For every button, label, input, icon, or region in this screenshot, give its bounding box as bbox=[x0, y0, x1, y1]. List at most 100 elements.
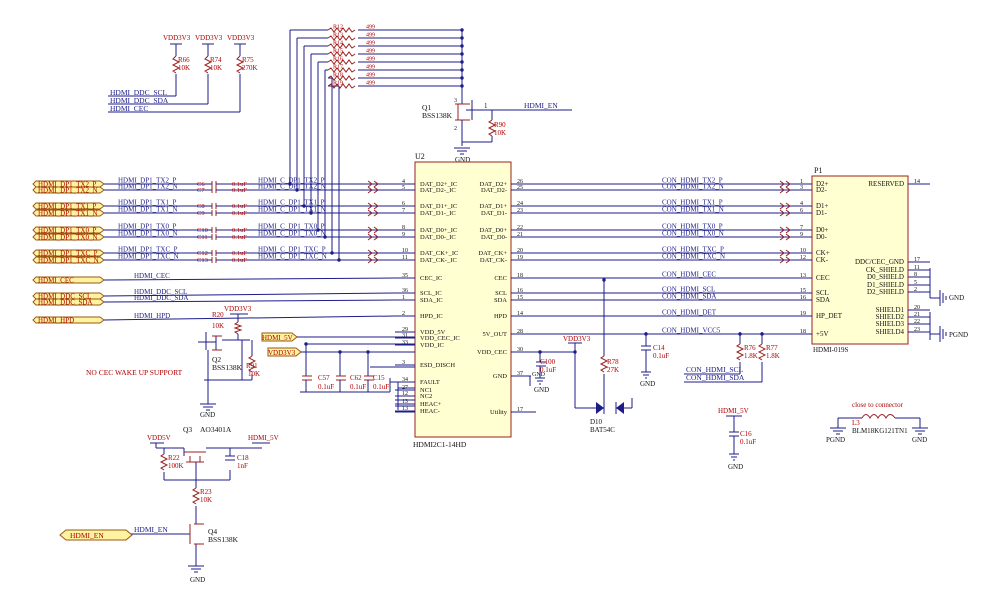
p1-left-pin-num: 19 bbox=[800, 311, 806, 317]
right-net-label: CON_HDMI_CEC bbox=[662, 271, 716, 279]
con-ddc-sda: CON_HDMI_SDA bbox=[686, 373, 745, 382]
pulldown-ref: R14 bbox=[333, 41, 343, 47]
u2-left-pin-name: DAT_D1+_IC bbox=[420, 203, 457, 210]
hpd-block: VDD3V3 R20 10K Q2 BSS138K R91 10K GND NO… bbox=[86, 305, 260, 419]
input-port-label: HDMI_DP1_TXC_N bbox=[38, 257, 99, 265]
p1-left-pin-num: 7 bbox=[800, 225, 803, 231]
hdmi5v-c16: HDMI_5V C16 0.1uF GND bbox=[718, 407, 756, 471]
series-cap-val: 0.1uF bbox=[232, 187, 247, 194]
right-net-label: CON_HDMI_SDA bbox=[662, 293, 716, 301]
c16-val: 0.1uF bbox=[740, 438, 756, 446]
u2-left-pin-num: 6 bbox=[402, 201, 405, 207]
p1-right-pin-name: DDC/CEC_GND bbox=[855, 258, 904, 266]
r74-val: 10K bbox=[210, 64, 222, 72]
input-port-label: HDMI_HPD bbox=[38, 317, 74, 325]
c16-net: HDMI_5V bbox=[718, 407, 749, 415]
r75-rail: VDD3V3 bbox=[227, 34, 255, 42]
u2-left-pin-num: 12 bbox=[402, 391, 408, 397]
series-cap-val: 0.1uF bbox=[232, 203, 247, 210]
u2-left-pin-name: DAT_CK+_IC bbox=[420, 250, 458, 257]
left-net-label: HDMI_DP1_TX1_N bbox=[118, 206, 178, 214]
p1-right-pin-num: 21 bbox=[914, 312, 920, 318]
bead-left: PGND bbox=[826, 436, 845, 444]
pulldown-ref: R13 bbox=[333, 33, 343, 39]
u2-left-pin-num: 35 bbox=[402, 273, 408, 279]
p1-left-pin-num: 13 bbox=[800, 273, 806, 279]
q1-pin1: 1 bbox=[484, 102, 488, 110]
u2-left-pin-num: 33 bbox=[402, 340, 408, 346]
p1-right-pin-num: 23 bbox=[914, 327, 920, 333]
cap-net-label: HDMI_C_DP1_TXC_N bbox=[258, 253, 327, 261]
input-port-label: HDMI_DP1_TX1_N bbox=[38, 210, 98, 218]
c16-ref: C16 bbox=[740, 430, 752, 438]
u2-left-pin-num: 9 bbox=[402, 232, 405, 238]
q3-part: AO3401A bbox=[200, 425, 232, 434]
r66-ref: R66 bbox=[178, 56, 190, 64]
u2-left-pin-name: VDD_IC bbox=[420, 342, 444, 349]
c18-val: 1nF bbox=[237, 462, 248, 470]
u2-right-pin-name: DAT_D0+ bbox=[480, 227, 508, 234]
connector-nets: CON_HDMI_TX2_PCON_HDMI_TX2_NCON_HDMI_TX1… bbox=[304, 177, 792, 354]
input-ports: HDMI_DP1_TX2_P HDMI_DP1_TX2_P C6 0.1uF HDMI_… bbox=[32, 177, 396, 325]
c57-ref: C57 bbox=[318, 374, 330, 382]
u2-right-pin-num: 25 bbox=[517, 185, 523, 191]
u2-right-pin-num: 20 bbox=[517, 248, 523, 254]
p1-right-pin-name: SHIELD4 bbox=[876, 328, 905, 336]
u2-left-pin-name: HEAC+ bbox=[420, 401, 442, 408]
r20-ref: R20 bbox=[212, 311, 224, 319]
r22-val: 100K bbox=[168, 462, 184, 470]
u2-right-pin-name: DAT_D2- bbox=[481, 187, 507, 194]
p1-right-pin-name: D2_SHIELD bbox=[867, 288, 904, 296]
bead-note: close to connector bbox=[852, 401, 904, 409]
q1-pin2: 2 bbox=[454, 126, 457, 132]
p1-right-pin-num: 17 bbox=[914, 257, 920, 263]
u2-left-pin-num: 31 bbox=[402, 333, 408, 339]
r66-val: 10K bbox=[178, 64, 190, 72]
q3-ref: Q3 bbox=[183, 425, 192, 434]
p1-hdmi-connector: P1 HDMI-019S 1 D2+3 D2-4 D1+6 D1-7 D0+9 D0-10 C… bbox=[792, 166, 968, 354]
p1-left-pin-num: 3 bbox=[800, 185, 803, 191]
bead-part: BLM18KG121TN1 bbox=[852, 427, 908, 435]
u2-left-pin-name: DAT_D1-_IC bbox=[420, 210, 456, 217]
p1-left-pin-num: 12 bbox=[800, 255, 806, 261]
power-decoupling: HDMI_5V VDD3V3 C57 0.1uF C62 0.1uF C15 0… bbox=[261, 332, 415, 413]
u2-left-pin-num: 11 bbox=[402, 255, 408, 261]
cap-net-label: HDMI_C_DP1_TX1_N bbox=[258, 206, 326, 214]
p1-right-pin-num: 20 bbox=[914, 305, 920, 311]
pulldown-ref: R19 bbox=[333, 81, 343, 87]
u2-right-pin-name: DAT_CK+ bbox=[478, 250, 507, 257]
q4-gnd: GND bbox=[190, 576, 205, 584]
p1-left-pin-num: 10 bbox=[800, 248, 806, 254]
r74-rail: VDD3V3 bbox=[195, 34, 223, 42]
hdmi-en-port: HDMI_EN bbox=[70, 531, 104, 540]
left-net-label: HDMI_DP1_TX2_N bbox=[118, 183, 178, 191]
r76-val: 1.8K bbox=[744, 352, 758, 360]
c15-val: 0.1uF bbox=[373, 383, 389, 391]
right-net-label: CON_HDMI_TXC_N bbox=[662, 253, 725, 261]
vdd5v-label: VDD5V bbox=[147, 434, 171, 442]
u2-right-pin-name: DAT_D0- bbox=[481, 234, 507, 241]
u2-right-pin-name: 5V_OUT bbox=[482, 331, 507, 338]
u2-left-pin-name: SDA_IC bbox=[420, 297, 443, 304]
r75-ref: R75 bbox=[242, 56, 254, 64]
u2-left-pin-name: FAULT bbox=[420, 379, 440, 386]
ferrite-bead: close to connector L3 BLM18KG121TN1 PGND… bbox=[826, 401, 928, 444]
pulldown-val: 499 bbox=[366, 65, 375, 71]
p1-left-pin-name: D1- bbox=[816, 209, 828, 217]
p1-right-pin-num: 5 bbox=[914, 280, 917, 286]
right-net-label: CON_HDMI_TX2_N bbox=[662, 183, 724, 191]
p1-left-pin-name: D0- bbox=[816, 233, 828, 241]
p1-left-pin-name: SDA bbox=[816, 296, 830, 304]
right-net-label: CON_HDMI_TX1_N bbox=[662, 206, 724, 214]
u2-right-pin-name: Utility bbox=[490, 409, 508, 416]
cec-vdd-block: VDD3V3 C100 0.1uF GND R78 27K D10 BAT54C… bbox=[511, 280, 633, 434]
c15-ref: C15 bbox=[373, 374, 385, 382]
hdmi5v-switch: Q3 AO3401A VDD5V HDMI_5V R22 100K C18 1n… bbox=[59, 425, 279, 584]
p1-right-pin-num: 22 bbox=[914, 319, 920, 325]
r78-val: 27K bbox=[607, 366, 619, 374]
r78-ref: R78 bbox=[607, 358, 619, 366]
r75-val: 270K bbox=[242, 64, 258, 72]
u2-ref: U2 bbox=[415, 152, 425, 161]
p1-left-pin-name: HP_DET bbox=[816, 312, 843, 320]
c62-ref: C62 bbox=[350, 374, 362, 382]
